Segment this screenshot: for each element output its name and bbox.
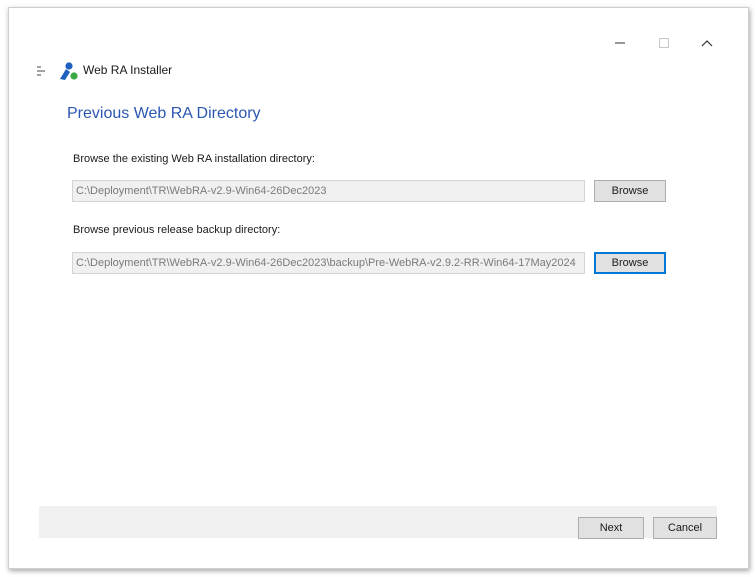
browse-existing-button[interactable]: Browse <box>594 180 666 202</box>
existing-dir-label: Browse the existing Web RA installation … <box>73 153 315 165</box>
maximize-button[interactable] <box>649 34 679 52</box>
browse-backup-button[interactable]: Browse <box>594 252 666 274</box>
cancel-button[interactable]: Cancel <box>653 517 717 539</box>
chevron-up-icon <box>701 40 713 47</box>
installer-window: Web RA Installer Previous Web RA Directo… <box>8 7 749 569</box>
maximize-icon <box>659 38 669 48</box>
backup-dir-label: Browse previous release backup directory… <box>73 224 281 236</box>
menu-button[interactable] <box>35 64 49 78</box>
next-button[interactable]: Next <box>578 517 644 539</box>
minimize-icon <box>615 42 625 44</box>
title-bar: Web RA Installer <box>9 8 748 92</box>
existing-dir-field[interactable]: C:\Deployment\TR\WebRA-v2.9-Win64-26Dec2… <box>72 180 585 202</box>
minimize-button[interactable] <box>605 34 635 52</box>
web-ra-logo <box>57 60 79 82</box>
page-title: Previous Web RA Directory <box>67 105 261 122</box>
hamburger-icon <box>37 66 45 76</box>
app-title: Web RA Installer <box>83 63 173 77</box>
collapse-button[interactable] <box>692 34 722 52</box>
backup-dir-field[interactable]: C:\Deployment\TR\WebRA-v2.9-Win64-26Dec2… <box>72 252 585 274</box>
